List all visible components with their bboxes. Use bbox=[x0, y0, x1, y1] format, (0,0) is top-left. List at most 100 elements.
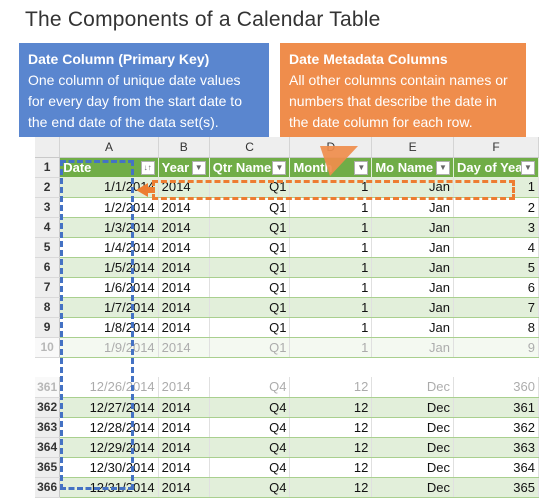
cell-doy[interactable]: 5 bbox=[453, 257, 539, 278]
cell-date[interactable]: 1/3/2014 bbox=[59, 217, 159, 238]
cell-mo[interactable]: Dec bbox=[371, 397, 454, 418]
cell-date[interactable]: 1/5/2014 bbox=[59, 257, 159, 278]
cell-month[interactable]: 12 bbox=[289, 437, 373, 458]
cell-month[interactable]: 12 bbox=[289, 377, 373, 398]
cell-mo[interactable]: Jan bbox=[371, 297, 454, 318]
cell-month[interactable]: 12 bbox=[289, 417, 373, 438]
cell-qtr[interactable]: Q1 bbox=[209, 297, 291, 318]
row-number[interactable]: 7 bbox=[35, 277, 61, 298]
row-number[interactable]: 2 bbox=[35, 177, 61, 198]
cell-date[interactable]: 12/28/2014 bbox=[59, 417, 159, 438]
cell-qtr[interactable]: Q1 bbox=[209, 257, 291, 278]
cell-doy[interactable]: 9 bbox=[453, 337, 539, 358]
cell-year[interactable]: 2014 bbox=[158, 457, 210, 478]
cell-year[interactable]: 2014 bbox=[158, 437, 210, 458]
cell-date[interactable]: 12/31/2014 bbox=[59, 477, 159, 498]
row-number[interactable]: 366 bbox=[35, 477, 61, 498]
row-number[interactable]: 364 bbox=[35, 437, 61, 458]
row-number[interactable]: 365 bbox=[35, 457, 61, 478]
cell-year[interactable]: 2014 bbox=[158, 317, 210, 338]
cell-doy[interactable]: 362 bbox=[453, 417, 539, 438]
cell-month[interactable]: 1 bbox=[289, 257, 373, 278]
cell-date[interactable]: 1/6/2014 bbox=[59, 277, 159, 298]
cell-mo[interactable]: Jan bbox=[371, 177, 454, 198]
cell-year[interactable]: 2014 bbox=[158, 337, 210, 358]
cell-qtr[interactable]: Q4 bbox=[209, 417, 291, 438]
cell-doy[interactable]: 4 bbox=[453, 237, 539, 258]
row-number[interactable]: 3 bbox=[35, 197, 61, 218]
cell-qtr[interactable]: Q4 bbox=[209, 437, 291, 458]
row-number[interactable]: 8 bbox=[35, 297, 61, 318]
cell-date[interactable]: 1/9/2014 bbox=[59, 337, 159, 358]
cell-year[interactable]: 2014 bbox=[158, 397, 210, 418]
row-number[interactable]: 4 bbox=[35, 217, 61, 238]
cell-month[interactable]: 1 bbox=[289, 317, 373, 338]
cell-doy[interactable]: 3 bbox=[453, 217, 539, 238]
cell-date[interactable]: 12/26/2014 bbox=[59, 377, 159, 398]
cell-qtr[interactable]: Q1 bbox=[209, 197, 291, 218]
cell-year[interactable]: 2014 bbox=[158, 277, 210, 298]
cell-month[interactable]: 1 bbox=[289, 277, 373, 298]
cell-year[interactable]: 2014 bbox=[158, 217, 210, 238]
row-number[interactable]: 9 bbox=[35, 317, 61, 338]
cell-qtr[interactable]: Q4 bbox=[209, 377, 291, 398]
cell-mo[interactable]: Jan bbox=[371, 317, 454, 338]
filter-dropdown-icon[interactable]: ▼ bbox=[435, 160, 450, 175]
cell-doy[interactable]: 361 bbox=[453, 397, 539, 418]
cell-month[interactable]: 1 bbox=[289, 177, 373, 198]
row-number[interactable]: 361 bbox=[35, 377, 61, 398]
column-header-e[interactable]: E bbox=[371, 137, 454, 158]
cell-doy[interactable]: 365 bbox=[453, 477, 539, 498]
cell-doy[interactable]: 6 bbox=[453, 277, 539, 298]
cell-doy[interactable]: 1 bbox=[453, 177, 539, 198]
cell-mo[interactable]: Dec bbox=[371, 437, 454, 458]
cell-date[interactable]: 12/27/2014 bbox=[59, 397, 159, 418]
filter-dropdown-icon[interactable]: ▼ bbox=[521, 160, 535, 175]
cell-year[interactable]: 2014 bbox=[158, 417, 210, 438]
sort-ascending-icon[interactable]: ↓↑ bbox=[140, 160, 155, 175]
cell-qtr[interactable]: Q1 bbox=[209, 217, 291, 238]
cell-month[interactable]: 1 bbox=[289, 197, 373, 218]
cell-mo[interactable]: Jan bbox=[371, 337, 454, 358]
cell-month[interactable]: 12 bbox=[289, 457, 373, 478]
cell-month[interactable]: 1 bbox=[289, 237, 373, 258]
cell-year[interactable]: 2014 bbox=[158, 197, 210, 218]
cell-date[interactable]: 1/2/2014 bbox=[59, 197, 159, 218]
cell-month[interactable]: 1 bbox=[289, 217, 373, 238]
filter-dropdown-icon[interactable]: ▼ bbox=[272, 160, 287, 175]
cell-month[interactable]: 1 bbox=[289, 297, 373, 318]
cell-doy[interactable]: 364 bbox=[453, 457, 539, 478]
column-header-b[interactable]: B bbox=[158, 137, 210, 158]
cell-qtr[interactable]: Q1 bbox=[209, 337, 291, 358]
row-number[interactable]: 5 bbox=[35, 237, 61, 258]
cell-year[interactable]: 2014 bbox=[158, 237, 210, 258]
select-all-corner[interactable] bbox=[35, 137, 61, 158]
cell-mo[interactable]: Dec bbox=[371, 377, 454, 398]
cell-year[interactable]: 2014 bbox=[158, 257, 210, 278]
cell-qtr[interactable]: Q1 bbox=[209, 317, 291, 338]
row-number[interactable]: 362 bbox=[35, 397, 61, 418]
row-number[interactable]: 363 bbox=[35, 417, 61, 438]
cell-qtr[interactable]: Q1 bbox=[209, 277, 291, 298]
cell-mo[interactable]: Jan bbox=[371, 217, 454, 238]
cell-qtr[interactable]: Q4 bbox=[209, 397, 291, 418]
row-number[interactable]: 6 bbox=[35, 257, 61, 278]
row-number[interactable]: 10 bbox=[35, 337, 61, 358]
cell-doy[interactable]: 360 bbox=[453, 377, 539, 398]
cell-year[interactable]: 2014 bbox=[158, 377, 210, 398]
row-number[interactable]: 1 bbox=[35, 157, 61, 178]
cell-doy[interactable]: 8 bbox=[453, 317, 539, 338]
cell-year[interactable]: 2014 bbox=[158, 177, 210, 198]
cell-date[interactable]: 1/7/2014 bbox=[59, 297, 159, 318]
cell-mo[interactable]: Dec bbox=[371, 477, 454, 498]
cell-qtr[interactable]: Q4 bbox=[209, 477, 291, 498]
cell-mo[interactable]: Dec bbox=[371, 457, 454, 478]
cell-month[interactable]: 12 bbox=[289, 397, 373, 418]
cell-date[interactable]: 1/8/2014 bbox=[59, 317, 159, 338]
cell-mo[interactable]: Jan bbox=[371, 197, 454, 218]
cell-date[interactable]: 12/29/2014 bbox=[59, 437, 159, 458]
cell-mo[interactable]: Jan bbox=[371, 237, 454, 258]
cell-year[interactable]: 2014 bbox=[158, 477, 210, 498]
cell-doy[interactable]: 363 bbox=[453, 437, 539, 458]
cell-qtr[interactable]: Q4 bbox=[209, 457, 291, 478]
